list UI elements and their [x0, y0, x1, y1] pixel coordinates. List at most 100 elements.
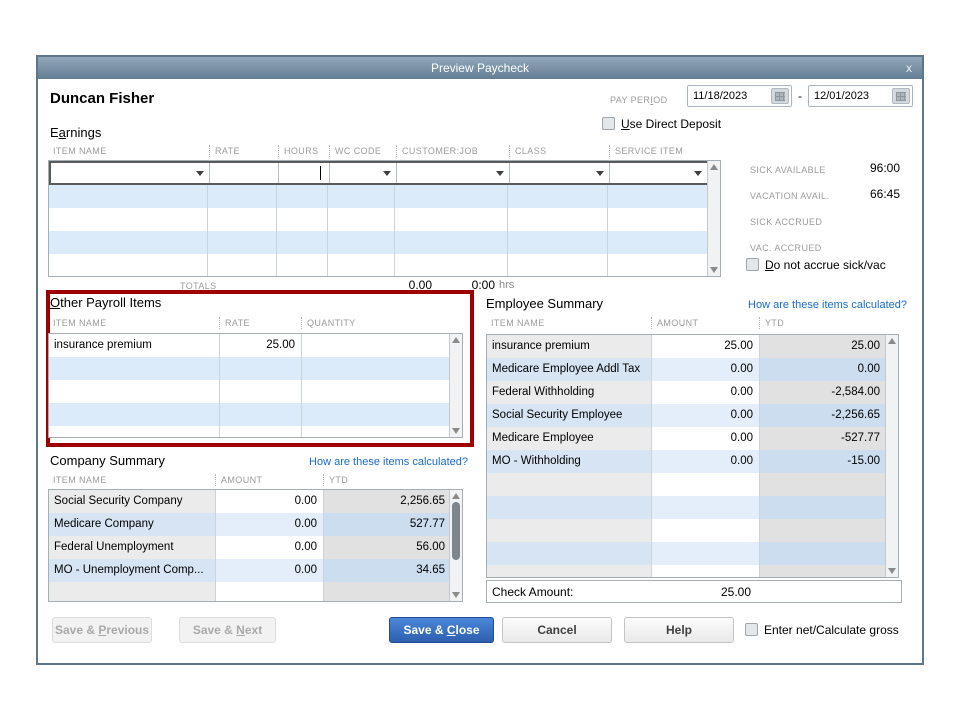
text-caret — [320, 166, 321, 180]
earnings-column-headers: ITEM NAME RATE HOURS WC CODE CUSTOMER:JO… — [48, 143, 708, 158]
employee-summary-calc-link[interactable]: How are these items calculated? — [737, 299, 907, 311]
earnings-service-item-cell[interactable] — [610, 163, 707, 183]
earnings-wc-code-cell[interactable] — [330, 163, 397, 183]
save-previous-button[interactable]: Save & Previous — [52, 617, 152, 643]
enter-net-checkbox[interactable] — [745, 623, 758, 636]
other-payroll-items-table: insurance premium 25.00 — [48, 333, 463, 438]
sick-accrued-label: SICK ACCRUED — [750, 217, 822, 227]
scroll-up-icon[interactable] — [888, 338, 896, 344]
save-close-button[interactable]: Save & Close — [389, 617, 494, 643]
opi-quantity-cell[interactable] — [302, 334, 451, 357]
table-row[interactable] — [49, 357, 462, 380]
table-row[interactable] — [49, 426, 462, 438]
check-amount-label: Check Amount: — [492, 585, 573, 599]
preview-paycheck-dialog: Preview Paycheck x Duncan Fisher PAY PER… — [36, 55, 924, 665]
table-row: Social Security Company 0.00 2,256.65 — [49, 490, 462, 513]
opi-scrollbar[interactable] — [449, 334, 462, 437]
chevron-down-icon[interactable] — [694, 171, 702, 176]
table-row — [487, 496, 898, 519]
enter-net-label: Enter net/Calculate gross — [764, 623, 899, 637]
table-row: Federal Withholding 0.00 -2,584.00 — [487, 381, 898, 404]
opi-column-headers: ITEM NAME RATE QUANTITY — [48, 315, 450, 330]
scrollbar-thumb[interactable] — [452, 502, 460, 560]
table-row: MO - Unemployment Comp... 0.00 34.65 — [49, 559, 462, 582]
screen: Preview Paycheck x Duncan Fisher PAY PER… — [0, 0, 960, 720]
do-not-accrue-checkbox[interactable] — [746, 258, 759, 271]
totals-label: TOTALS — [180, 281, 217, 291]
table-row[interactable] — [49, 380, 462, 403]
table-row — [487, 542, 898, 565]
earnings-hours-cell[interactable] — [279, 163, 330, 183]
company-summary-heading: Company Summary — [50, 453, 165, 468]
cancel-button[interactable]: Cancel — [502, 617, 612, 643]
table-row: Medicare Employee Addl Tax 0.00 0.00 — [487, 358, 898, 381]
employee-name: Duncan Fisher — [50, 90, 154, 107]
company-summary-scrollbar[interactable] — [449, 490, 462, 601]
help-button[interactable]: Help — [624, 617, 734, 643]
es-column-headers: ITEM NAME AMOUNT YTD — [486, 315, 885, 330]
scroll-up-icon[interactable] — [452, 493, 460, 499]
earnings-active-row[interactable] — [49, 161, 720, 185]
earnings-table — [48, 160, 721, 277]
scroll-down-icon[interactable] — [888, 568, 896, 574]
do-not-accrue-label: Do not accrue sick/vac — [765, 258, 886, 272]
use-direct-deposit-checkbox[interactable] — [602, 117, 615, 130]
chevron-down-icon[interactable] — [596, 171, 604, 176]
vacation-avail-value: 66:45 — [830, 187, 900, 201]
earnings-empty-row[interactable] — [49, 231, 720, 254]
table-row — [487, 473, 898, 496]
sick-available-value: 96:00 — [830, 161, 900, 175]
vac-accrued-label: VAC. ACCRUED — [750, 243, 822, 253]
chevron-down-icon[interactable] — [496, 171, 504, 176]
earnings-empty-row[interactable] — [49, 254, 720, 277]
totals-rate: 0.00 — [372, 278, 432, 292]
earnings-class-cell[interactable] — [510, 163, 610, 183]
scroll-up-icon[interactable] — [452, 337, 460, 343]
employee-summary-heading: Employee Summary — [486, 296, 603, 311]
table-row: Social Security Employee 0.00 -2,256.65 — [487, 404, 898, 427]
employee-summary-scrollbar[interactable] — [885, 335, 898, 577]
table-row[interactable]: insurance premium 25.00 — [49, 334, 462, 357]
chevron-down-icon[interactable] — [196, 171, 204, 176]
scroll-down-icon[interactable] — [452, 592, 460, 598]
earnings-empty-row[interactable] — [49, 185, 720, 208]
earnings-scrollbar[interactable] — [707, 161, 720, 276]
employee-summary-table: insurance premium 25.00 25.00 Medicare E… — [486, 334, 899, 578]
pay-period-label: PAY PERIOD — [610, 95, 668, 105]
totals-hours: 0:00 — [435, 278, 495, 292]
cs-column-headers: ITEM NAME AMOUNT YTD — [48, 472, 450, 487]
check-amount-value: 25.00 — [721, 585, 751, 599]
table-row: Medicare Company 0.00 527.77 — [49, 513, 462, 536]
earnings-heading: Earnings — [50, 125, 101, 140]
dialog-title: Preview Paycheck — [431, 61, 529, 75]
chevron-down-icon[interactable] — [383, 171, 391, 176]
vacation-avail-label: VACATION AVAIL. — [750, 191, 829, 201]
table-row: Medicare Employee 0.00 -527.77 — [487, 427, 898, 450]
opi-item-cell[interactable]: insurance premium — [49, 334, 220, 357]
save-next-button[interactable]: Save & Next — [179, 617, 276, 643]
check-amount-row: Check Amount: 25.00 — [486, 580, 902, 603]
pay-period-start-input[interactable]: 11/18/2023 — [687, 85, 792, 107]
table-row: insurance premium 25.00 25.00 — [487, 335, 898, 358]
calendar-icon[interactable] — [771, 88, 789, 104]
table-row: MO - Withholding 0.00 -15.00 — [487, 450, 898, 473]
earnings-empty-row[interactable] — [49, 208, 720, 231]
sick-available-label: SICK AVAILABLE — [750, 165, 826, 175]
opi-rate-cell[interactable]: 25.00 — [220, 334, 302, 357]
scroll-up-icon[interactable] — [710, 164, 718, 170]
use-direct-deposit-label: Use Direct Deposit — [621, 117, 721, 131]
table-row[interactable] — [49, 403, 462, 426]
dialog-titlebar[interactable]: Preview Paycheck x — [38, 57, 922, 79]
table-row — [487, 565, 898, 578]
earnings-item-name-cell[interactable] — [51, 163, 210, 183]
close-icon[interactable]: x — [906, 57, 912, 79]
earnings-rate-cell[interactable] — [210, 163, 279, 183]
calendar-icon[interactable] — [892, 88, 910, 104]
scroll-down-icon[interactable] — [710, 267, 718, 273]
company-summary-calc-link[interactable]: How are these items calculated? — [298, 456, 468, 468]
other-payroll-items-heading: Other Payroll Items — [50, 295, 161, 310]
table-row — [487, 519, 898, 542]
scroll-down-icon[interactable] — [452, 428, 460, 434]
earnings-customer-job-cell[interactable] — [397, 163, 510, 183]
pay-period-end-input[interactable]: 12/01/2023 — [808, 85, 913, 107]
